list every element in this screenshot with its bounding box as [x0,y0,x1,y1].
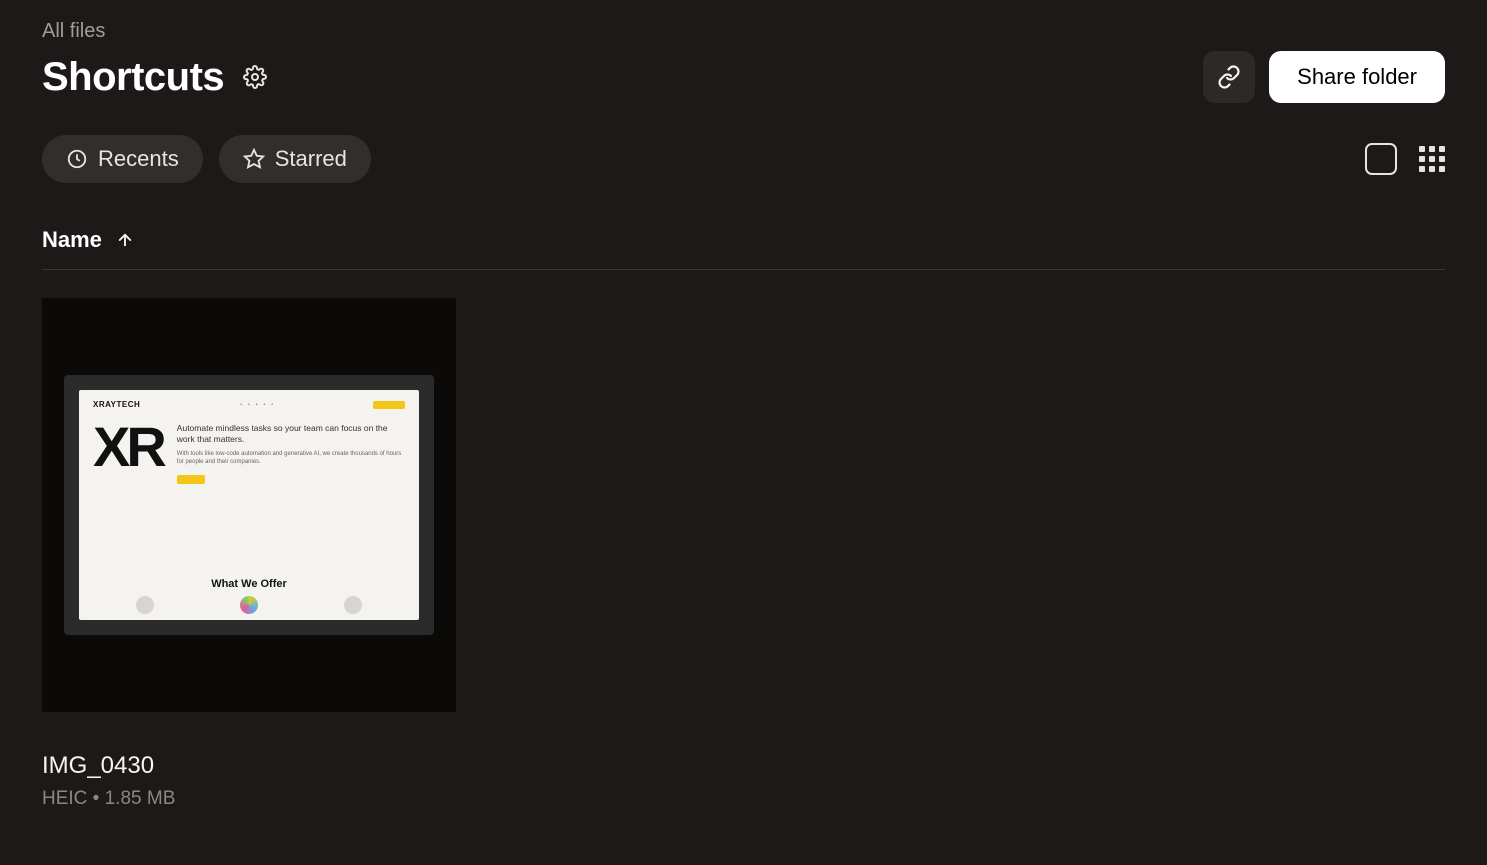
sort-arrow-up-icon [116,231,134,249]
file-thumbnail: XRAYTECH ••••• XR Automate mindless task… [42,298,456,712]
filter-chips: Recents Starred [42,135,371,183]
starred-chip[interactable]: Starred [219,135,371,183]
title-group: Shortcuts [42,55,270,100]
filter-row: Recents Starred [42,135,1445,183]
thumb-brand: XRAYTECH [93,400,140,409]
thumbnail-screen: XRAYTECH ••••• XR Automate mindless task… [79,390,419,620]
recents-chip[interactable]: Recents [42,135,203,183]
thumbnail-laptop: XRAYTECH ••••• XR Automate mindless task… [64,375,434,635]
column-name: Name [42,227,102,253]
view-controls [1365,143,1445,175]
file-name: IMG_0430 [42,752,456,780]
gear-icon[interactable] [240,62,270,92]
header-row: Shortcuts Share folder [42,51,1445,103]
starred-label: Starred [275,146,347,172]
header-actions: Share folder [1203,51,1445,103]
breadcrumb[interactable]: All files [42,20,1445,43]
recents-label: Recents [98,146,179,172]
clock-icon [66,148,88,170]
star-icon [243,148,265,170]
table-header[interactable]: Name [42,227,1445,270]
thumb-logo: XR [93,423,163,574]
share-folder-button[interactable]: Share folder [1269,51,1445,103]
file-tile[interactable]: XRAYTECH ••••• XR Automate mindless task… [42,298,456,810]
view-large-icon[interactable] [1365,143,1397,175]
view-grid-icon[interactable] [1419,146,1445,172]
folder-title: Shortcuts [42,55,224,100]
thumb-subtext: With tools like low-code automation and … [177,451,405,467]
thumb-section-title: What We Offer [93,578,405,590]
thumb-headline: Automate mindless tasks so your team can… [177,423,405,445]
file-meta: HEIC • 1.85 MB [42,788,456,810]
copy-link-button[interactable] [1203,51,1255,103]
